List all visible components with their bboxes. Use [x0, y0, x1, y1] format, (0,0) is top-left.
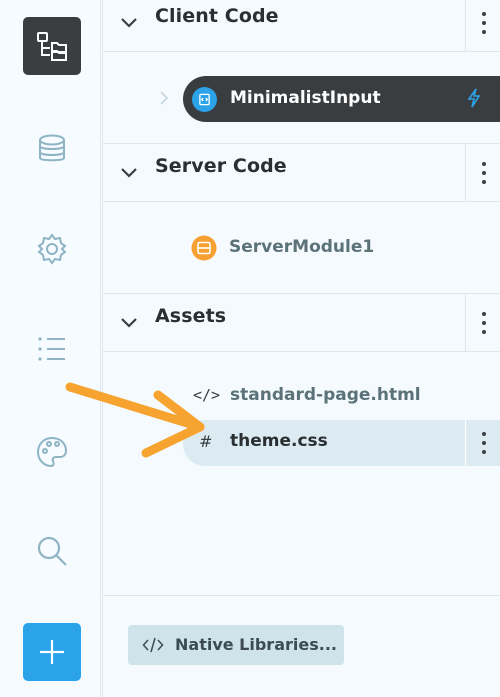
form-icon	[192, 87, 217, 112]
item-label: ServerModule1	[229, 237, 375, 257]
client-item-minimalistinput[interactable]: MinimalistInput	[183, 76, 500, 122]
database-icon	[39, 134, 65, 162]
kebab-icon	[481, 161, 486, 184]
add-button[interactable]	[23, 623, 81, 681]
section-title: Assets	[155, 305, 227, 327]
kebab-icon	[481, 11, 486, 34]
item-label: MinimalistInput	[230, 88, 381, 108]
item-label: standard-page.html	[230, 385, 421, 405]
section-assets-body: </> standard-page.html # theme.css	[103, 352, 500, 596]
list-button[interactable]	[23, 320, 81, 378]
asset-item-theme-css[interactable]: # theme.css	[183, 420, 500, 466]
settings-icon	[37, 233, 67, 265]
hash-icon: #	[199, 432, 213, 451]
section-client-code-body: MinimalistInput	[103, 52, 500, 144]
data-button[interactable]	[23, 120, 81, 178]
settings-button[interactable]	[23, 220, 81, 278]
code-icon: </>	[193, 386, 221, 404]
chevron-down-icon	[121, 168, 137, 178]
add-icon	[40, 640, 64, 664]
app-tree-icon	[37, 32, 67, 61]
client-code-menu-button[interactable]	[465, 0, 500, 51]
section-server-code-body: ServerModule1	[103, 202, 500, 294]
section-title: Client Code	[155, 5, 279, 27]
kebab-icon	[481, 432, 486, 454]
server-code-menu-button[interactable]	[465, 144, 500, 201]
chevron-down-icon	[121, 318, 137, 328]
section-server-code-header[interactable]: Server Code	[103, 144, 500, 202]
search-button[interactable]	[23, 522, 81, 580]
server-module-icon	[191, 235, 217, 261]
assets-menu-button[interactable]	[465, 294, 500, 351]
chevron-right-icon[interactable]	[158, 90, 170, 106]
server-item-servermodule1[interactable]: ServerModule1	[189, 226, 500, 270]
item-label: theme.css	[230, 431, 328, 451]
palette-icon	[36, 436, 68, 468]
section-title: Server Code	[155, 155, 287, 177]
chevron-down-icon	[121, 18, 137, 28]
native-libraries-button[interactable]: Native Libraries...	[128, 625, 344, 665]
list-icon	[38, 337, 65, 361]
app-browser-panel: Client Code MinimalistInput Server Code	[102, 0, 500, 697]
code-icon	[142, 637, 164, 653]
theme-button[interactable]	[23, 423, 81, 481]
theme-css-menu-button[interactable]	[465, 420, 500, 466]
lightning-icon	[467, 88, 481, 108]
asset-item-standard-page[interactable]: </> standard-page.html	[183, 374, 500, 418]
sidebar-rail	[0, 0, 101, 697]
app-tree-button[interactable]	[23, 17, 81, 75]
kebab-icon	[481, 311, 486, 334]
section-client-code-header[interactable]: Client Code	[103, 0, 500, 52]
native-libraries-label: Native Libraries...	[175, 635, 337, 654]
search-icon	[37, 536, 67, 566]
section-assets-header[interactable]: Assets	[103, 294, 500, 352]
